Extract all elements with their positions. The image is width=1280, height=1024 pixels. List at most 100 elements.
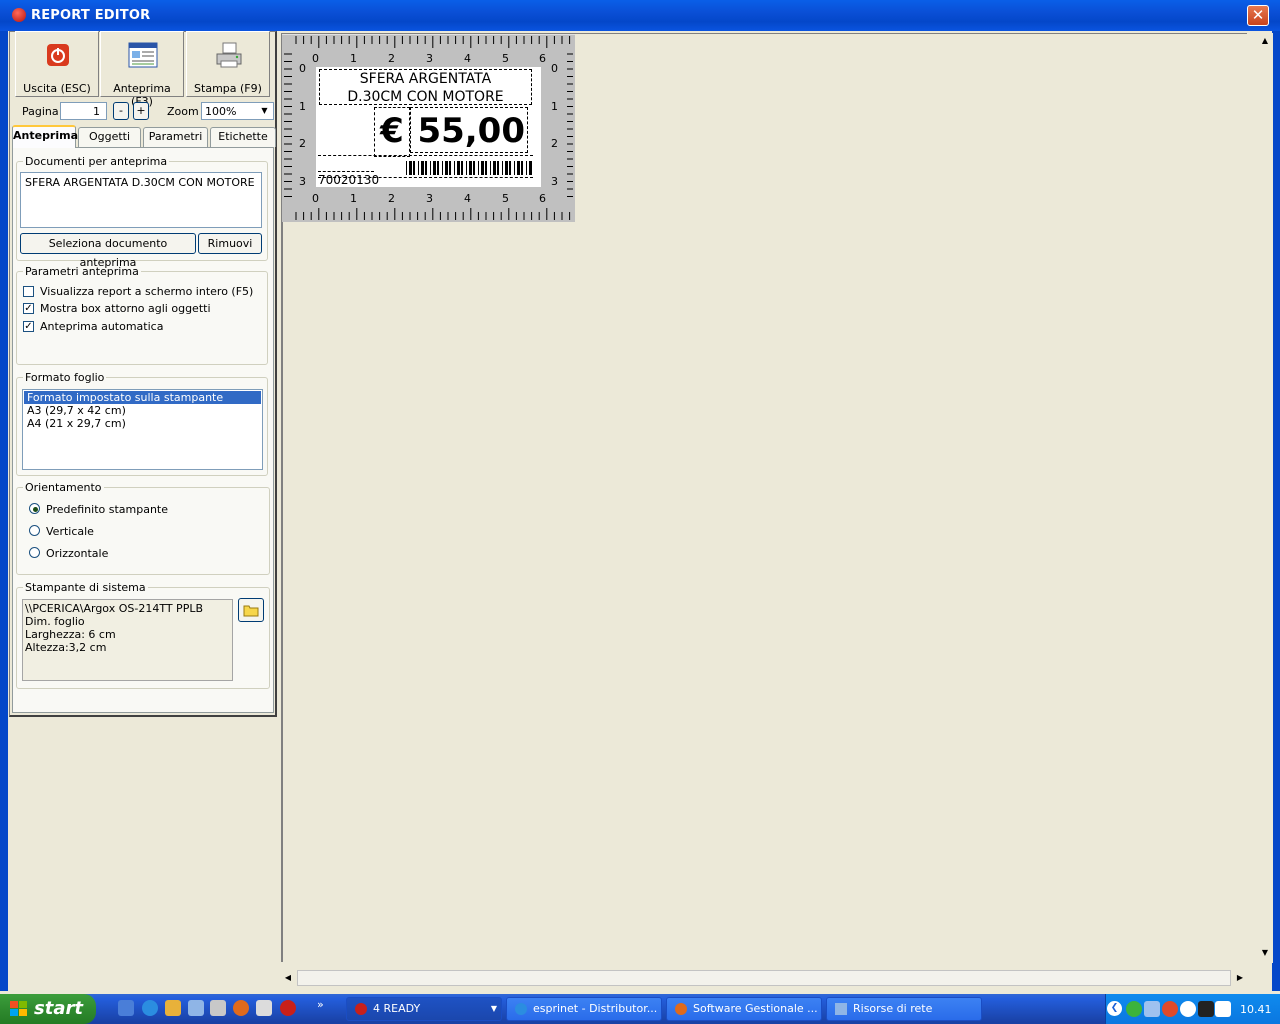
ruler-top-1: 1 bbox=[350, 52, 357, 65]
product-description-box[interactable]: SFERA ARGENTATA D.30CM CON MOTORE bbox=[319, 69, 532, 105]
task-ready[interactable]: 4 READY ▼ bbox=[346, 997, 502, 1021]
ruler-top-0: 0 bbox=[312, 52, 319, 65]
document-item[interactable]: SFERA ARGENTATA D.30CM CON MOTORE bbox=[25, 176, 257, 189]
orientation-default-radio[interactable] bbox=[29, 503, 40, 514]
tray-g-icon[interactable] bbox=[1180, 1001, 1196, 1017]
preview-button[interactable]: Anteprima (F3) bbox=[100, 31, 184, 108]
windows-logo-icon bbox=[10, 1001, 27, 1016]
ruler-bottom-3: 3 bbox=[426, 192, 433, 205]
sheet-format-list[interactable]: Formato impostato sulla stampante A3 (29… bbox=[22, 389, 263, 470]
tray-network-icon[interactable] bbox=[1144, 1001, 1160, 1017]
task-label: esprinet - Distributor... bbox=[533, 1002, 658, 1015]
separator-line bbox=[318, 155, 533, 156]
system-printer-info: \\PCERICA\Argox OS-214TT PPLB Dim. fogli… bbox=[22, 599, 233, 681]
show-box-label: Mostra box attorno agli oggetti bbox=[40, 302, 211, 315]
scroll-left-icon[interactable]: ◀ bbox=[281, 969, 295, 987]
page-next-button[interactable]: + bbox=[133, 102, 149, 120]
title-bar[interactable] bbox=[0, 0, 1280, 31]
auto-preview-label: Anteprima automatica bbox=[40, 320, 164, 333]
tab-etichette[interactable]: Etichette bbox=[210, 127, 276, 147]
tab-anteprima[interactable]: Anteprima bbox=[12, 125, 78, 148]
fullscreen-checkbox[interactable] bbox=[23, 286, 34, 297]
chevron-down-icon: ▼ bbox=[490, 1004, 497, 1013]
select-document-button[interactable]: Seleziona documento anteprima bbox=[20, 233, 196, 269]
tray-flag-icon[interactable] bbox=[1198, 1001, 1214, 1017]
page-label: Pagina bbox=[22, 105, 59, 118]
task-label: Software Gestionale ... bbox=[693, 1002, 818, 1015]
task-software-gestionale[interactable]: Software Gestionale ... bbox=[666, 997, 822, 1021]
orientation-landscape-radio[interactable] bbox=[29, 547, 40, 558]
currency-box[interactable]: € bbox=[374, 107, 410, 157]
page-prev-button[interactable]: - bbox=[113, 102, 129, 120]
quicklaunch-network-icon[interactable] bbox=[188, 1000, 204, 1016]
price-box[interactable]: 55,00 bbox=[410, 107, 528, 153]
strawberry-icon bbox=[355, 1003, 367, 1015]
task-label: Risorse di rete bbox=[853, 1002, 933, 1015]
sheet-format-item[interactable]: A3 (29,7 x 42 cm) bbox=[24, 404, 261, 417]
window-frame-left bbox=[0, 31, 8, 991]
orientation-default-label: Predefinito stampante bbox=[46, 503, 169, 516]
task-risorse-di-rete[interactable]: Risorse di rete bbox=[826, 997, 982, 1021]
quicklaunch-app-icon[interactable] bbox=[210, 1000, 226, 1016]
ruler-bottom-1: 1 bbox=[350, 192, 357, 205]
barcode bbox=[406, 161, 532, 175]
auto-preview-checkbox[interactable]: ✓ bbox=[23, 321, 34, 332]
label-sheet[interactable]: SFERA ARGENTATA D.30CM CON MOTORE € 55,0… bbox=[316, 67, 541, 187]
close-button[interactable]: ✕ bbox=[1247, 5, 1269, 26]
quicklaunch-firefox-icon[interactable] bbox=[233, 1000, 249, 1016]
ruler-bottom-6: 6 bbox=[539, 192, 546, 205]
preview-params-group: Parametri anteprima bbox=[16, 265, 268, 365]
power-icon bbox=[47, 44, 69, 66]
quicklaunch-explorer-icon[interactable] bbox=[256, 1000, 272, 1016]
ruler-left-1: 1 bbox=[299, 100, 306, 113]
sheet-format-item[interactable]: A4 (21 x 29,7 cm) bbox=[24, 417, 261, 430]
scroll-up-icon[interactable]: ▲ bbox=[1257, 33, 1273, 49]
product-code: 70020130 bbox=[318, 173, 380, 187]
tray-chrome-icon[interactable] bbox=[1162, 1001, 1178, 1017]
quicklaunch-media-icon[interactable] bbox=[165, 1000, 181, 1016]
vertical-scrollbar[interactable]: ▲ ▼ bbox=[1257, 33, 1273, 963]
zoom-select[interactable]: 100% ▼ bbox=[201, 102, 274, 120]
quicklaunch-ie-icon[interactable] bbox=[142, 1000, 158, 1016]
tray-expand-icon[interactable]: ❮ bbox=[1107, 1001, 1122, 1016]
exit-button[interactable]: Uscita (ESC) bbox=[15, 31, 99, 97]
show-box-checkbox[interactable]: ✓ bbox=[23, 303, 34, 314]
scroll-down-icon[interactable]: ▼ bbox=[1257, 945, 1273, 961]
horizontal-scrollbar[interactable]: ◀ ▶ bbox=[281, 969, 1249, 987]
sheet-format-item-selected[interactable]: Formato impostato sulla stampante bbox=[24, 391, 261, 404]
tray-messenger-icon[interactable] bbox=[1126, 1001, 1142, 1017]
scroll-right-icon[interactable]: ▶ bbox=[1233, 969, 1247, 987]
orientation-portrait-label: Verticale bbox=[46, 525, 94, 538]
printer-name: \\PCERICA\Argox OS-214TT PPLB bbox=[25, 602, 203, 615]
window-frame-right bbox=[1272, 31, 1280, 991]
ruler-top-5: 5 bbox=[502, 52, 509, 65]
tab-parametri[interactable]: Parametri bbox=[143, 127, 208, 147]
orientation-portrait-radio[interactable] bbox=[29, 525, 40, 536]
quicklaunch-desktop-icon[interactable] bbox=[118, 1000, 134, 1016]
product-line-2: D.30CM CON MOTORE bbox=[347, 89, 504, 105]
product-line-1: SFERA ARGENTATA bbox=[359, 71, 492, 87]
documents-list[interactable]: SFERA ARGENTATA D.30CM CON MOTORE bbox=[20, 172, 262, 228]
task-esprinet[interactable]: esprinet - Distributor... bbox=[506, 997, 662, 1021]
quicklaunch-more-icon[interactable]: » bbox=[317, 998, 324, 1011]
ruler-right-0: 0 bbox=[551, 62, 558, 75]
quicklaunch-strawberry-icon[interactable] bbox=[280, 1000, 296, 1016]
ruler-right-2: 2 bbox=[551, 137, 558, 150]
printer-sheet-dim: Dim. foglio bbox=[25, 615, 85, 628]
network-icon bbox=[835, 1003, 847, 1015]
ruler-bottom-5: 5 bbox=[502, 192, 509, 205]
ruler-area: 0 1 2 3 4 5 6 0 1 2 3 4 5 6 0 1 2 3 0 1 … bbox=[282, 34, 575, 222]
bottom-line bbox=[318, 177, 533, 178]
tray-vc-icon[interactable] bbox=[1215, 1001, 1231, 1017]
remove-document-button[interactable]: Rimuovi bbox=[198, 233, 262, 254]
ruler-right-1: 1 bbox=[551, 100, 558, 113]
page-input[interactable]: 1 bbox=[60, 102, 107, 120]
browse-printer-button[interactable] bbox=[238, 598, 264, 622]
print-button[interactable]: Stampa (F9) bbox=[186, 31, 270, 97]
scroll-thumb[interactable] bbox=[297, 970, 1231, 986]
zoom-value: 100% bbox=[205, 105, 237, 118]
ruler-top-2: 2 bbox=[388, 52, 395, 65]
tab-oggetti[interactable]: Oggetti bbox=[78, 127, 141, 147]
ruler-top-4: 4 bbox=[464, 52, 471, 65]
chevron-down-icon[interactable]: ▼ bbox=[257, 104, 272, 118]
